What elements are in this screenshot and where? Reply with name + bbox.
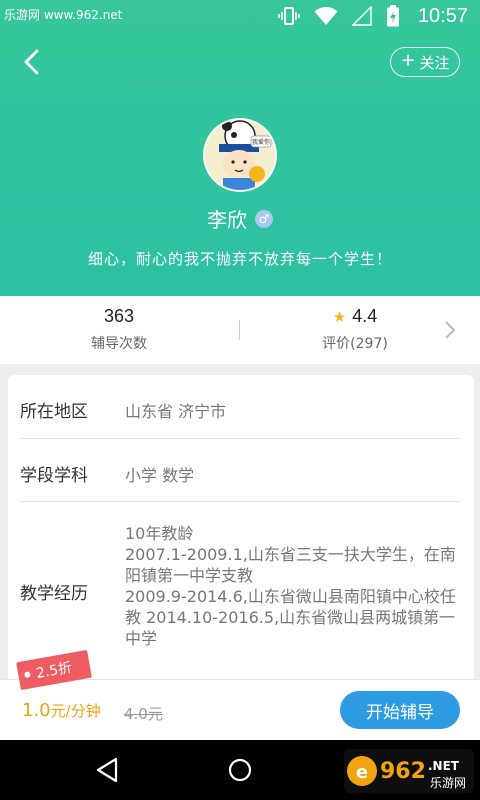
avatar[interactable]: 我爱你 bbox=[203, 118, 277, 192]
status-bar: 乐游网 www.962.net 10:57 bbox=[0, 0, 480, 32]
cartoon-panda-boy-avatar: 我爱你 bbox=[205, 120, 275, 190]
wifi-icon bbox=[314, 7, 338, 25]
clock: 10:57 bbox=[417, 4, 468, 27]
rating-label: 评价(297) bbox=[322, 336, 388, 352]
follow-button[interactable]: + 关注 bbox=[390, 47, 460, 77]
price-value: 1.0 bbox=[22, 700, 51, 721]
bottom-action-bar: 1.0元/分钟 4.0元 开始辅导 bbox=[0, 679, 480, 740]
divider bbox=[20, 501, 460, 502]
price: 1.0元/分钟 bbox=[22, 700, 101, 721]
male-gender-icon: ♂ bbox=[255, 209, 273, 228]
region-value: 山东省 济宁市 bbox=[125, 402, 227, 421]
start-tutoring-button[interactable]: 开始辅导 bbox=[340, 691, 460, 729]
sessions-count: 363 bbox=[103, 306, 135, 326]
chevron-right-icon[interactable] bbox=[440, 320, 460, 340]
follow-label: 关注 bbox=[419, 53, 450, 72]
teacher-info-card: 所在地区 山东省 济宁市 学段学科 小学 数学 教学经历 10年教龄 2007.… bbox=[8, 375, 474, 695]
logo-subtitle: 乐游网 bbox=[430, 776, 466, 790]
teacher-motto: 细心，耐心的我不抛弃不放弃每一个学生！ bbox=[87, 250, 392, 268]
experience-text: 10年教龄 2007.1-2009.1,山东省三支一扶大学生，在南阳镇第一中学支… bbox=[125, 524, 456, 648]
plus-icon: + bbox=[400, 50, 416, 71]
nav-home-button[interactable] bbox=[225, 755, 255, 785]
discount-label: 2.5折 bbox=[34, 659, 74, 683]
signal-icon bbox=[351, 6, 372, 26]
original-price: 4.0元 bbox=[124, 705, 163, 723]
stats-bar: 363 辅导次数 ★ 4.4 评价(297) bbox=[0, 296, 480, 364]
sessions-label: 辅导次数 bbox=[91, 336, 147, 352]
logo-number: 962 bbox=[380, 759, 426, 784]
experience-label: 教学经历 bbox=[20, 584, 88, 604]
stats-divider bbox=[239, 320, 240, 340]
logo-net: .NET bbox=[428, 759, 460, 773]
tag-hole bbox=[23, 671, 31, 679]
rating-stat[interactable]: ★ 4.4 评价(297) bbox=[255, 306, 455, 353]
nav-back-button[interactable] bbox=[92, 755, 122, 785]
back-button[interactable] bbox=[16, 46, 48, 78]
price-unit: 元/分钟 bbox=[50, 702, 101, 720]
watermark-text: 乐游网 www.962.net bbox=[4, 8, 123, 22]
status-icons: 10:57 bbox=[278, 4, 468, 28]
region-label: 所在地区 bbox=[20, 402, 88, 422]
sessions-stat: 363 辅导次数 bbox=[19, 306, 219, 353]
circle-home-icon bbox=[228, 758, 252, 782]
battery-icon bbox=[386, 5, 399, 27]
chevron-left-icon bbox=[24, 49, 39, 75]
subject-value: 小学 数学 bbox=[125, 466, 195, 485]
name-row: 李欣 ♂ bbox=[0, 204, 480, 233]
svg-text:e: e bbox=[356, 762, 368, 783]
subject-label: 学段学科 bbox=[20, 466, 88, 486]
teacher-name: 李欣 bbox=[207, 208, 247, 232]
avatar-bubble-text: 我爱你 bbox=[252, 138, 270, 146]
star-icon: ★ bbox=[332, 308, 347, 326]
962-watermark-logo: e 962 .NET 乐游网 bbox=[344, 749, 474, 793]
vibrate-icon bbox=[278, 7, 300, 25]
triangle-back-icon bbox=[96, 757, 118, 783]
rating-value: 4.4 bbox=[352, 306, 378, 326]
divider bbox=[20, 438, 460, 439]
